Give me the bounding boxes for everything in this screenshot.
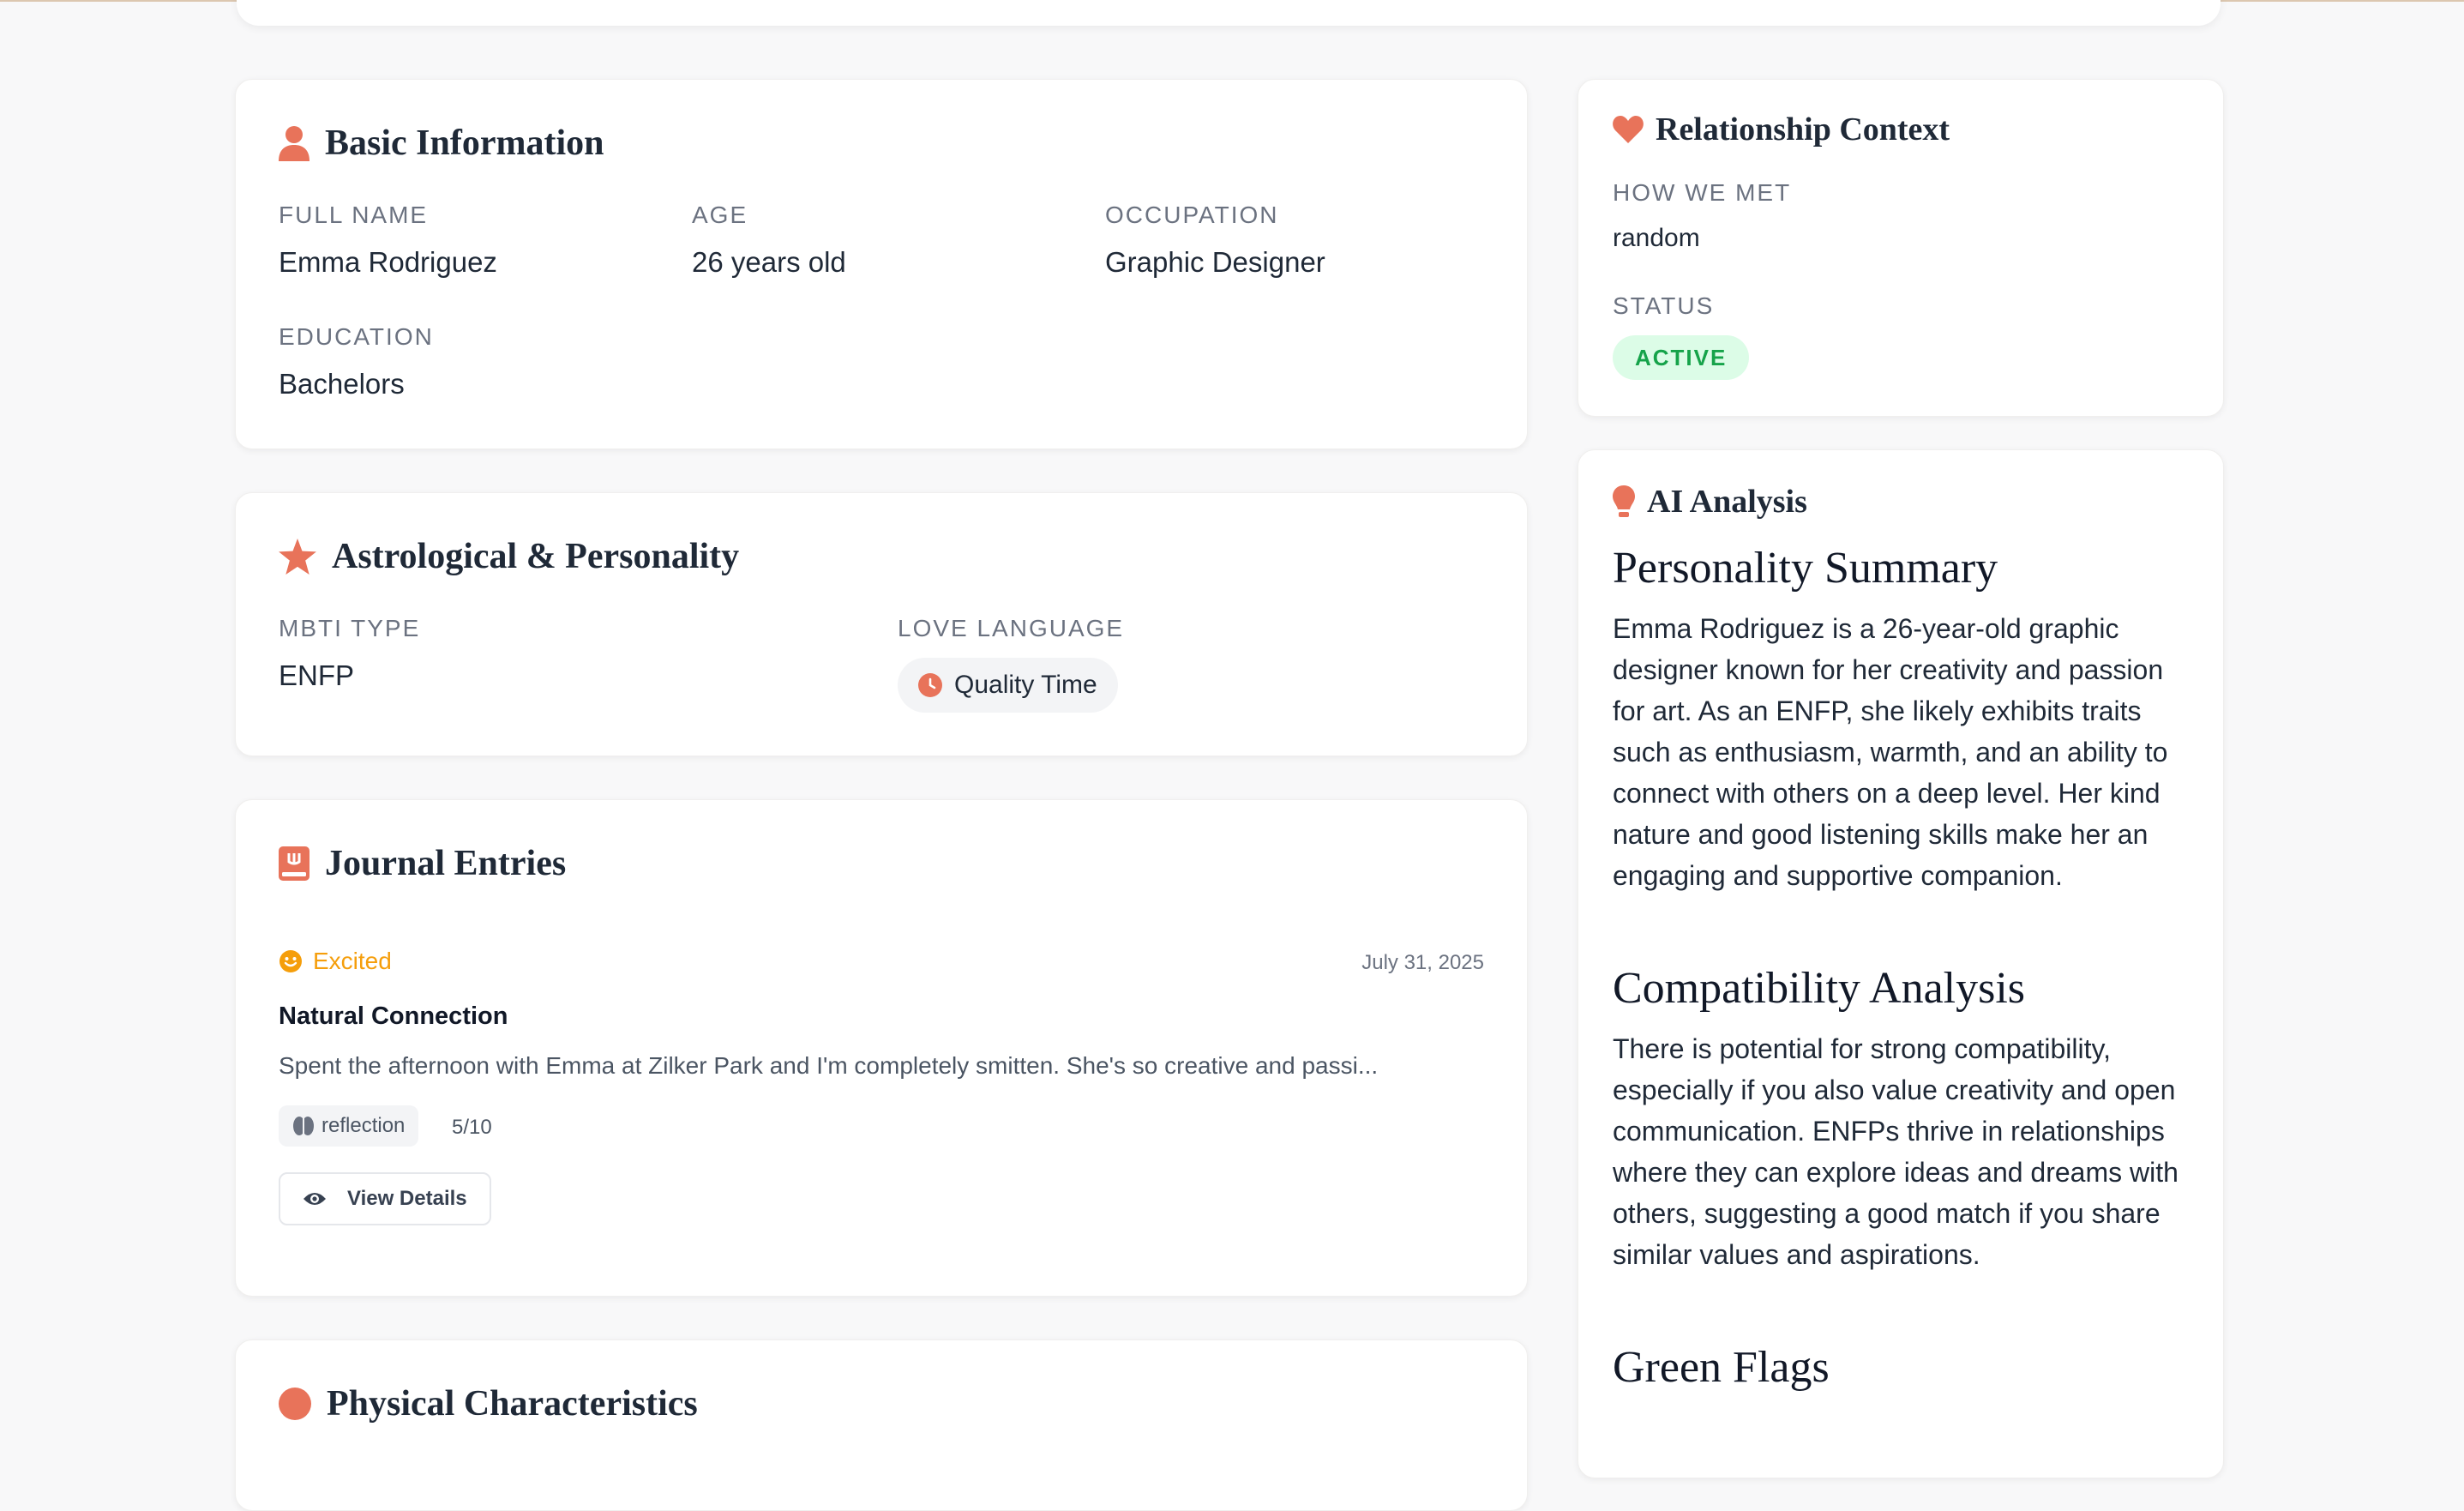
journal-book-icon [279,846,310,881]
entry-date: July 31, 2025 [1361,951,1484,974]
star-icon [279,539,316,575]
physical-card: Physical Characteristics [235,1339,1528,1511]
entry-score: 5/10 [452,1116,492,1139]
eye-icon [303,1193,326,1205]
status-label: STATUS [1613,292,1715,319]
compatibility-heading: Compatibility Analysis [1613,964,2026,1013]
ai-analysis-card: AI Analysis Personality Summary Emma Rod… [1578,449,2224,1478]
relationship-title: Relationship Context [1656,111,1950,147]
love-language-value: Quality Time [954,671,1097,699]
physical-title-row: Physical Characteristics [279,1383,698,1424]
journal-card: Journal Entries Excited July 31, 2025 Na… [235,799,1528,1297]
green-flags-heading: Green Flags [1613,1343,1830,1392]
astro-title: Astrological & Personality [332,537,740,576]
basic-info-title: Basic Information [325,123,604,163]
entry-tag-label: reflection [322,1114,406,1137]
compatibility-text: There is potential for strong compatibil… [1613,1033,2179,1270]
smile-icon [279,950,302,972]
education-value: Bachelors [279,368,405,400]
view-details-button[interactable]: View Details [279,1172,491,1225]
mbti-label: MBTI TYPE [279,615,421,641]
view-details-label: View Details [347,1187,467,1210]
occupation-value: Graphic Designer [1105,246,1325,278]
lightbulb-icon [1613,485,1635,518]
full-name-value: Emma Rodriguez [279,246,497,278]
entry-mood: Excited [279,948,392,975]
how-we-met-label: HOW WE MET [1613,179,1792,206]
astro-card: Astrological & Personality MBTI TYPE ENF… [235,492,1528,756]
education-label: EDUCATION [279,323,434,350]
heart-icon [1613,116,1644,143]
status-badge: ACTIVE [1613,335,1750,380]
personality-summary-heading: Personality Summary [1613,544,1998,593]
journal-title: Journal Entries [325,844,567,883]
basic-info-title-row: Basic Information [279,123,604,164]
entry-mood-label: Excited [313,948,392,974]
journal-title-row: Journal Entries [279,843,566,884]
how-we-met-value: random [1613,224,1700,252]
basic-info-card: Basic Information FULL NAME Emma Rodrigu… [235,79,1528,449]
mbti-value: ENFP [279,659,355,691]
entry-tag: reflection [279,1105,419,1147]
full-name-label: FULL NAME [279,202,429,228]
occupation-label: OCCUPATION [1105,202,1279,228]
user-icon [279,125,310,161]
header-card [237,0,2221,26]
entry-title: Natural Connection [279,1002,508,1030]
ai-title: AI Analysis [1647,484,1807,520]
love-language-label: LOVE LANGUAGE [898,615,1125,641]
physical-title: Physical Characteristics [327,1384,698,1424]
ai-title-row: AI Analysis [1613,483,1807,521]
relationship-title-row: Relationship Context [1613,111,1950,148]
love-language-pill: Quality Time [898,658,1118,713]
age-label: AGE [692,202,748,228]
astro-title-row: Astrological & Personality [279,536,739,577]
relationship-card: Relationship Context HOW WE MET random S… [1578,79,2224,417]
clock-icon [918,673,942,697]
entry-excerpt: Spent the afternoon with Emma at Zilker … [279,1052,1379,1079]
brain-icon [293,1117,314,1135]
age-value: 26 years old [692,246,846,278]
personality-summary-text: Emma Rodriguez is a 26-year-old graphic … [1613,613,2168,891]
